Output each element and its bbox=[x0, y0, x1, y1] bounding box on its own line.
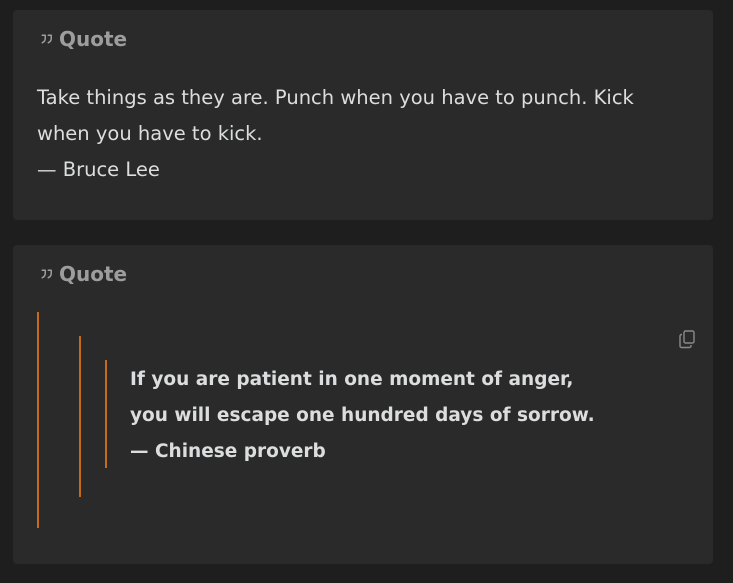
nested-blockquote: If you are patient in one moment of ange… bbox=[130, 362, 670, 470]
quote-line: If you are patient in one moment of ange… bbox=[130, 369, 574, 390]
quote-icon bbox=[41, 34, 52, 44]
quote-line: you will escape one hundred days of sorr… bbox=[130, 405, 595, 426]
blockquote-border-level-2 bbox=[79, 336, 81, 497]
quote-text: Take things as they are. Punch when you … bbox=[37, 86, 634, 145]
callout-title: Quote bbox=[37, 260, 127, 288]
quote-callout-nested: Quote If you are patient in one moment o… bbox=[13, 245, 713, 564]
quote-icon bbox=[41, 269, 52, 279]
quote-callout: Quote Take things as they are. Punch whe… bbox=[13, 10, 713, 220]
blockquote-border-level-3 bbox=[105, 360, 107, 468]
callout-title: Quote bbox=[37, 25, 127, 53]
copy-icon[interactable] bbox=[678, 329, 696, 349]
quote-attribution: — Chinese proverb bbox=[130, 441, 326, 462]
blockquote-border-level-1 bbox=[37, 312, 39, 528]
quote-attribution: — Bruce Lee bbox=[37, 158, 160, 181]
callout-title-label: Quote bbox=[59, 27, 128, 51]
callout-title-label: Quote bbox=[59, 262, 128, 286]
callout-body: Take things as they are. Punch when you … bbox=[37, 80, 687, 188]
